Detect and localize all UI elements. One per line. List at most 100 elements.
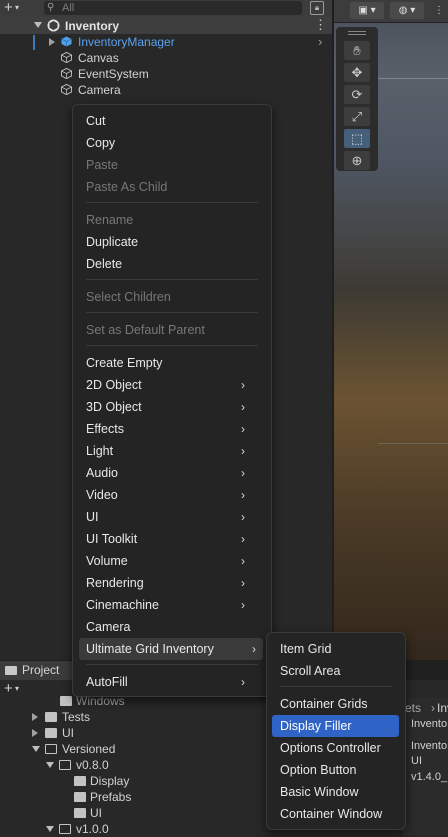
submenu-item-container-window[interactable]: Container Window	[280, 803, 398, 825]
chevron-right-icon: ›	[241, 422, 245, 436]
submenu-item-basic-window[interactable]: Basic Window	[280, 781, 398, 803]
menu-item-ultimate-grid-inventory[interactable]: Ultimate Grid Inventory ›	[79, 638, 263, 660]
palette-handle[interactable]	[348, 34, 366, 35]
ultimate-grid-inventory-submenu: Item Grid Scroll Area Container Grids Di…	[266, 632, 406, 830]
menu-item-ui[interactable]: UI ›	[86, 506, 258, 528]
asset-item[interactable]: Invento	[411, 738, 447, 754]
hierarchy-item-canvas[interactable]: Canvas	[36, 50, 332, 66]
menu-item-volume[interactable]: Volume ›	[86, 550, 258, 572]
menu-item-label: Audio	[86, 466, 118, 480]
menu-separator	[86, 664, 258, 665]
menu-item-label: Camera	[86, 620, 131, 634]
submenu-item-label: Container Grids	[280, 697, 368, 711]
chevron-right-icon[interactable]	[32, 713, 38, 721]
menu-item-cut[interactable]: Cut	[86, 110, 258, 132]
move-tool-icon[interactable]: ✥	[344, 63, 370, 82]
breadcrumb: ets	[405, 701, 422, 715]
folder-label: UI	[62, 726, 74, 740]
grid-line	[378, 78, 448, 79]
menu-item-autofill[interactable]: AutoFill ›	[86, 671, 258, 693]
menu-item-label: Rename	[86, 213, 134, 227]
menu-item-copy[interactable]: Copy	[86, 132, 258, 154]
menu-item-duplicate[interactable]: Duplicate	[86, 231, 258, 253]
menu-item-label: UI	[86, 510, 99, 524]
palette-handle[interactable]	[348, 31, 366, 32]
grid-line	[378, 443, 448, 444]
submenu-item-scroll-area[interactable]: Scroll Area	[280, 660, 398, 682]
menu-item-light[interactable]: Light ›	[86, 440, 258, 462]
chevron-right-icon[interactable]	[49, 38, 55, 46]
menu-item-3d-object[interactable]: 3D Object ›	[86, 396, 258, 418]
hierarchy-item-label: InventoryManager	[78, 35, 175, 49]
menu-item-rename: Rename	[86, 209, 258, 231]
submenu-item-option-button[interactable]: Option Button	[280, 759, 398, 781]
menu-item-audio[interactable]: Audio ›	[86, 462, 258, 484]
menu-item-select-children: Select Children	[86, 286, 258, 308]
hand-tool-icon[interactable]: ✋︎	[344, 41, 370, 60]
chevron-right-icon: ›	[241, 554, 245, 568]
chevron-right-icon[interactable]	[32, 729, 38, 737]
hierarchy-item-label: EventSystem	[78, 67, 149, 81]
submenu-item-label: Options Controller	[280, 741, 381, 755]
chevron-right-icon[interactable]: ›	[318, 34, 322, 50]
tool-palette: ✋︎ ✥ ⟳ ⤢ ⬚ ⊕	[336, 27, 378, 171]
rotate-tool-icon[interactable]: ⟳	[344, 85, 370, 104]
submenu-item-label: Item Grid	[280, 642, 332, 656]
gizmo-toggle-button[interactable]: ▣ ▾	[350, 2, 384, 19]
chevron-right-icon: ›	[241, 576, 245, 590]
open-folder-icon	[59, 760, 71, 770]
folder-icon	[74, 808, 86, 818]
menu-item-effects[interactable]: Effects ›	[86, 418, 258, 440]
menu-item-label: Cut	[86, 114, 106, 128]
folder-icon	[60, 696, 72, 706]
chevron-right-icon: ›	[252, 642, 256, 656]
chevron-down-icon[interactable]	[46, 826, 54, 832]
asset-item[interactable]: Invento	[411, 716, 447, 732]
submenu-item-label: Basic Window	[280, 785, 359, 799]
chevron-right-icon: ›	[241, 598, 245, 612]
submenu-item-container-grids[interactable]: Container Grids	[280, 693, 398, 715]
asset-item[interactable]: v1.4.0_	[411, 769, 447, 785]
submenu-item-item-grid[interactable]: Item Grid	[280, 638, 398, 660]
hierarchy-item-inventorymanager[interactable]: InventoryManager ›	[36, 34, 332, 50]
menu-item-label: Select Children	[86, 290, 171, 304]
menu-separator	[86, 202, 258, 203]
chevron-down-icon[interactable]	[32, 746, 40, 752]
scene-row[interactable]: Inventory ⋮	[0, 17, 332, 34]
menu-item-delete[interactable]: Delete	[86, 253, 258, 275]
project-add-button[interactable]: + ▾	[4, 681, 19, 697]
more-icon[interactable]: ⋮	[430, 2, 448, 19]
hierarchy-search-input[interactable]: ⚲ All	[44, 1, 302, 15]
more-options-icon[interactable]: ⋮	[314, 17, 327, 33]
menu-item-cinemachine[interactable]: Cinemachine ›	[86, 594, 258, 616]
menu-item-video[interactable]: Video ›	[86, 484, 258, 506]
asset-item[interactable]: UI	[411, 753, 422, 769]
menu-item-rendering[interactable]: Rendering ›	[86, 572, 258, 594]
hierarchy-item-eventsystem[interactable]: EventSystem	[36, 66, 332, 82]
submenu-item-options-controller[interactable]: Options Controller	[280, 737, 398, 759]
menu-item-label: Rendering	[86, 576, 144, 590]
chevron-down-icon[interactable]	[34, 22, 42, 28]
hierarchy-add-button[interactable]: + ▾	[4, 0, 34, 17]
menu-item-camera[interactable]: Camera	[86, 616, 258, 638]
transform-tool-icon[interactable]: ⊕	[344, 151, 370, 170]
submenu-item-display-filler[interactable]: Display Filler	[272, 715, 399, 737]
menu-item-ui-toolkit[interactable]: UI Toolkit ›	[86, 528, 258, 550]
hierarchy-item-camera[interactable]: Camera	[36, 82, 332, 98]
menu-item-label: Paste As Child	[86, 180, 168, 194]
global-toggle-button[interactable]: ◍ ▾	[390, 2, 424, 19]
folder-icon	[5, 666, 17, 675]
menu-item-2d-object[interactable]: 2D Object ›	[86, 374, 258, 396]
menu-item-label: UI Toolkit	[86, 532, 138, 546]
menu-item-create-empty[interactable]: Create Empty	[86, 352, 258, 374]
chevron-right-icon: ›	[241, 488, 245, 502]
tab-project[interactable]: Project	[0, 661, 72, 680]
lock-icon[interactable]: 🔒︎	[310, 1, 324, 15]
menu-item-label: Effects	[86, 422, 124, 436]
menu-item-label: Delete	[86, 257, 123, 271]
menu-item-label: Cinemachine	[86, 598, 159, 612]
rect-tool-icon[interactable]: ⬚	[344, 129, 370, 148]
chevron-down-icon[interactable]	[46, 762, 54, 768]
scale-tool-icon[interactable]: ⤢	[344, 107, 370, 126]
prefab-cube-icon	[61, 36, 72, 47]
